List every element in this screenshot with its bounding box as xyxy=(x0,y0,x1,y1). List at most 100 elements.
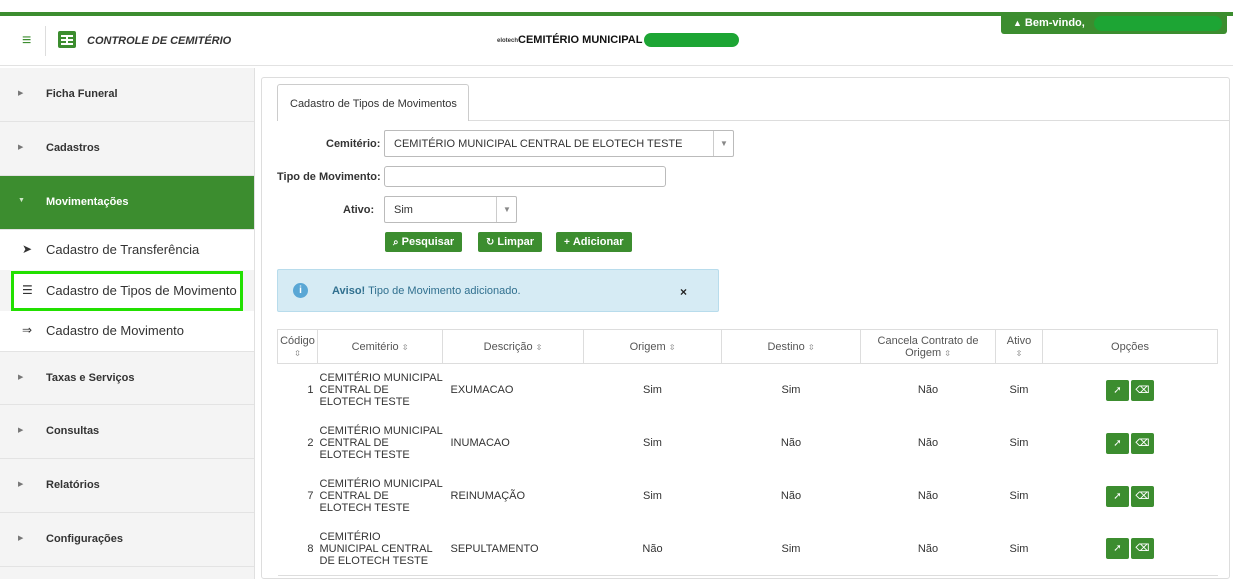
cell-cemiterio: CEMITÉRIO MUNICIPAL CENTRAL DE ELOTECH T… xyxy=(317,522,443,576)
sidebar-item-cadastros[interactable]: ▶ Cadastros xyxy=(0,122,254,176)
sign-in-icon: ⇒ xyxy=(22,323,33,337)
tipo-movimento-input[interactable] xyxy=(384,166,666,187)
submenu-label: Cadastro de Tipos de Movimento xyxy=(46,283,237,298)
submenu-cadastro-movimento[interactable]: ⇒ Cadastro de Movimento xyxy=(0,311,254,351)
table-row: 2 CEMITÉRIO MUNICIPAL CENTRAL DE ELOTECH… xyxy=(278,417,1218,470)
col-cancela-label: Cancela Contrato de Origem xyxy=(877,334,979,359)
cell-cemiterio: CEMITÉRIO MUNICIPAL CENTRAL DE ELOTECH T… xyxy=(319,425,443,461)
cell-opcoes: ➚ ⌫ xyxy=(1043,470,1218,523)
chevron-down-icon: ▼ xyxy=(713,131,733,156)
sidebar-item-label: Cadastros xyxy=(46,142,100,154)
col-codigo-label: Código xyxy=(280,334,315,347)
cell-codigo: 2 xyxy=(307,437,314,449)
edit-icon: ➚ xyxy=(1113,543,1122,555)
edit-button[interactable]: ➚ xyxy=(1106,432,1129,454)
sidebar-item-taxas-servicos[interactable]: ▶ Taxas e Serviços xyxy=(0,351,254,405)
col-origem-label: Origem xyxy=(629,340,666,353)
cell-destino: Sim xyxy=(721,522,861,576)
cell-codigo: 7 xyxy=(307,490,314,502)
chevron-right-icon: ▶ xyxy=(18,427,24,434)
cemiterio-label: Cemitério: xyxy=(326,138,381,150)
cell-opcoes: ➚ ⌫ xyxy=(1043,364,1218,417)
cell-opcoes: ➚ ⌫ xyxy=(1043,417,1218,470)
col-cancela-contrato[interactable]: Cancela Contrato de Origem ⇳ xyxy=(860,329,996,364)
tab-divider xyxy=(469,120,1229,121)
app-title: CONTROLE DE CEMITÉRIO xyxy=(87,35,232,47)
edit-button[interactable]: ➚ xyxy=(1106,485,1129,507)
close-icon[interactable]: × xyxy=(680,285,687,299)
cell-ativo: Sim xyxy=(995,522,1043,576)
col-cemiterio-label: Cemitério xyxy=(351,340,399,353)
limpar-button[interactable]: ↻ Limpar xyxy=(478,232,543,252)
cell-descricao: REINUMAÇÃO xyxy=(450,490,526,502)
sort-icon: ⇳ xyxy=(401,342,409,352)
col-destino[interactable]: Destino ⇳ xyxy=(721,329,861,364)
edit-icon: ➚ xyxy=(1113,490,1122,502)
delete-button[interactable]: ⌫ xyxy=(1131,379,1154,401)
delete-button[interactable]: ⌫ xyxy=(1131,485,1154,507)
table-row: 8 CEMITÉRIO MUNICIPAL CENTRAL DE ELOTECH… xyxy=(277,522,1218,576)
adicionar-label: Adicionar xyxy=(572,236,624,248)
col-destino-label: Destino xyxy=(767,340,805,353)
sidebar-item-ficha-funeral[interactable]: ▶ Ficha Funeral xyxy=(0,68,254,122)
sidebar-item-consultas[interactable]: ▶ Consultas xyxy=(0,405,254,459)
sort-icon: ⇳ xyxy=(668,342,676,352)
chevron-right-icon: ▶ xyxy=(18,90,24,97)
chevron-right-icon: ▶ xyxy=(18,144,24,151)
sort-icon: ⇳ xyxy=(807,342,815,352)
edit-button[interactable]: ➚ xyxy=(1106,538,1129,560)
table-header-row: Código ⇳ Cemitério ⇳ Descrição ⇳ Origem ⇳… xyxy=(277,329,1218,364)
cell-origem: Não xyxy=(583,522,722,576)
col-ativo[interactable]: Ativo ⇳ xyxy=(995,329,1043,364)
cell-origem: Sim xyxy=(643,490,662,502)
sidebar-item-relatorios[interactable]: ▶ Relatórios xyxy=(0,459,254,513)
cell-cemiterio: CEMITÉRIO MUNICIPAL CENTRAL DE ELOTECH T… xyxy=(319,478,443,514)
submenu-label: Cadastro de Transferência xyxy=(46,242,200,257)
submenu-cadastro-tipos-movimento[interactable]: ☰ Cadastro de Tipos de Movimento xyxy=(11,271,243,311)
cell-origem: Sim xyxy=(643,384,662,397)
delete-button[interactable]: ⌫ xyxy=(1131,432,1154,454)
alert-message: Aviso! Tipo de Movimento adicionado. xyxy=(332,285,521,297)
cell-descricao: INUMACAO xyxy=(450,437,510,449)
edit-icon: ➚ xyxy=(1113,384,1122,396)
cell-cancela: Não xyxy=(917,437,939,449)
sidebar-item-configuracoes[interactable]: ▶ Configurações xyxy=(0,513,254,567)
cell-descricao: EXUMACAO xyxy=(450,384,514,397)
tipo-movimento-label: Tipo de Movimento: xyxy=(277,171,381,183)
list-icon: ☰ xyxy=(22,283,33,297)
sidebar: ▶ Ficha Funeral ▶ Cadastros ▼ Movimentaç… xyxy=(0,68,255,579)
cell-destino: Não xyxy=(780,490,802,502)
col-codigo[interactable]: Código ⇳ xyxy=(277,329,318,364)
success-alert: i Aviso! Tipo de Movimento adicionado. × xyxy=(277,269,719,312)
adicionar-button[interactable]: + Adicionar xyxy=(556,232,632,252)
sidebar-item-label: Consultas xyxy=(46,425,100,437)
sidebar-item-movimentacoes[interactable]: ▼ Movimentações xyxy=(0,176,254,230)
menu-icon[interactable]: ≡ xyxy=(22,32,31,50)
trash-icon: ⌫ xyxy=(1135,384,1150,396)
col-origem[interactable]: Origem ⇳ xyxy=(583,329,722,364)
delete-button[interactable]: ⌫ xyxy=(1131,538,1154,560)
trash-icon: ⌫ xyxy=(1135,543,1150,555)
redacted-name xyxy=(644,33,739,47)
welcome-label: Bem-vindo, xyxy=(1024,17,1085,29)
cell-ativo: Sim xyxy=(1009,490,1029,502)
limpar-label: Limpar xyxy=(497,236,535,248)
chevron-right-icon: ▶ xyxy=(18,535,24,542)
sort-icon: ⇳ xyxy=(1015,348,1023,358)
edit-button[interactable]: ➚ xyxy=(1106,379,1129,401)
sidebar-item-label: Ficha Funeral xyxy=(46,88,118,100)
cell-destino: Sim xyxy=(781,384,801,397)
chevron-down-icon: ▼ xyxy=(496,197,516,222)
col-cemiterio[interactable]: Cemitério ⇳ xyxy=(317,329,443,364)
cell-destino: Não xyxy=(780,437,802,449)
bell-icon: ▲ xyxy=(1013,18,1022,28)
submenu-cadastro-transferencia[interactable]: ➤ Cadastro de Transferência xyxy=(0,230,254,270)
search-icon: ⌕ xyxy=(393,237,399,248)
tab-cadastro-tipos-movimentos[interactable]: Cadastro de Tipos de Movimentos xyxy=(277,84,469,121)
arrow-circle-right-icon: ➤ xyxy=(22,242,33,256)
redacted-username xyxy=(1094,16,1222,31)
cemiterio-select[interactable]: CEMITÉRIO MUNICIPAL CENTRAL DE ELOTECH T… xyxy=(384,130,734,157)
col-descricao[interactable]: Descrição ⇳ xyxy=(442,329,584,364)
ativo-select[interactable]: Sim ▼ xyxy=(384,196,517,223)
pesquisar-button[interactable]: ⌕ Pesquisar xyxy=(385,232,463,252)
